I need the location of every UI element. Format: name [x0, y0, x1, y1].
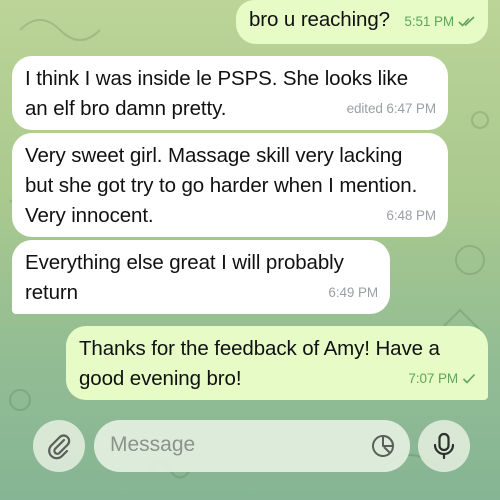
message-meta: 7:07 PM [408, 364, 476, 394]
message-meta: 5:51 PM [404, 7, 476, 37]
message-time: 7:07 PM [408, 371, 458, 386]
message-text: bro u reaching? [249, 8, 390, 31]
message-composer: Message [0, 412, 500, 500]
microphone-icon [433, 432, 455, 460]
sent-check-icon [462, 373, 476, 384]
message-input-placeholder: Message [110, 433, 196, 456]
message-bubble-incoming[interactable]: Very sweet girl. Massage skill very lack… [12, 133, 448, 237]
sticker-button[interactable] [370, 433, 396, 459]
message-time: 6:49 PM [328, 285, 378, 300]
message-bubble-outgoing[interactable]: bro u reaching? 5:51 PM [236, 0, 488, 44]
message-time: edited 6:47 PM [346, 101, 437, 116]
message-time: 6:48 PM [386, 208, 436, 223]
message-meta: 6:49 PM [328, 278, 378, 308]
message-input-field[interactable]: Message [94, 420, 410, 472]
paperclip-icon [48, 434, 71, 460]
voice-record-button[interactable] [418, 420, 470, 472]
message-time: 5:51 PM [404, 14, 454, 29]
read-double-check-icon [458, 16, 475, 27]
message-text: Very sweet girl. Massage skill very lack… [25, 144, 418, 227]
message-meta: 6:48 PM [386, 201, 436, 231]
message-bubble-incoming[interactable]: I think I was inside le PSPS. She looks … [12, 56, 448, 130]
attach-button[interactable] [33, 420, 85, 472]
message-bubble-outgoing[interactable]: Thanks for the feedback of Amy! Have a g… [66, 326, 488, 400]
sticker-icon [372, 435, 394, 457]
message-text: Thanks for the feedback of Amy! Have a g… [79, 337, 440, 390]
message-meta: edited 6:47 PM [346, 94, 437, 124]
message-bubble-incoming[interactable]: Everything else great I will probably re… [12, 240, 390, 314]
message-text: Everything else great I will probably re… [25, 251, 344, 304]
